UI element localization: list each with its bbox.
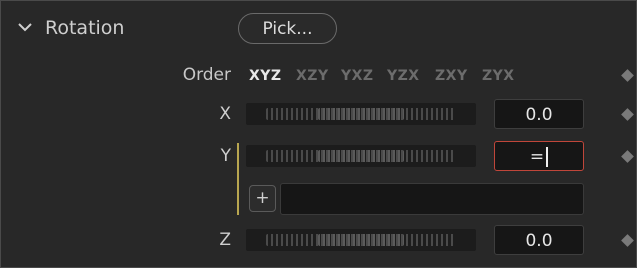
- pick-button[interactable]: Pick...: [238, 13, 337, 44]
- order-option-yzx[interactable]: YZX: [387, 66, 420, 86]
- rotation-panel: Rotation Pick... Order XYZ XZY YXZ YZX Z…: [0, 0, 637, 268]
- order-option-zyx[interactable]: ZYX: [482, 66, 515, 86]
- order-option-xyz[interactable]: XYZ: [249, 66, 282, 86]
- order-option-xzy[interactable]: XZY: [296, 66, 329, 86]
- x-slider[interactable]: [246, 103, 476, 125]
- order-option-zxy[interactable]: ZXY: [435, 66, 468, 86]
- y-slider[interactable]: [246, 145, 476, 167]
- keyframe-y-diamond-icon[interactable]: [621, 150, 634, 163]
- order-label: Order: [182, 65, 231, 85]
- keyframe-x-diamond-icon[interactable]: [621, 108, 634, 121]
- add-expression-button[interactable]: +: [249, 185, 276, 212]
- order-option-yxz[interactable]: YXZ: [341, 66, 374, 86]
- keyframe-order-diamond-icon[interactable]: [621, 69, 634, 82]
- y-value-field[interactable]: =: [494, 141, 584, 171]
- z-value-field[interactable]: 0.0: [494, 225, 584, 255]
- y-value-text: =: [529, 147, 545, 167]
- chevron-down-icon[interactable]: [15, 17, 35, 37]
- z-label: Z: [219, 230, 231, 250]
- section-title[interactable]: Rotation: [45, 15, 124, 41]
- x-label: X: [219, 104, 231, 124]
- z-slider[interactable]: [246, 229, 476, 251]
- expression-link-line: [237, 143, 239, 215]
- keyframe-z-diamond-icon[interactable]: [621, 234, 634, 247]
- y-label: Y: [220, 146, 231, 166]
- x-value-field[interactable]: 0.0: [494, 99, 584, 129]
- text-caret: [546, 147, 549, 167]
- expression-field[interactable]: [280, 183, 584, 215]
